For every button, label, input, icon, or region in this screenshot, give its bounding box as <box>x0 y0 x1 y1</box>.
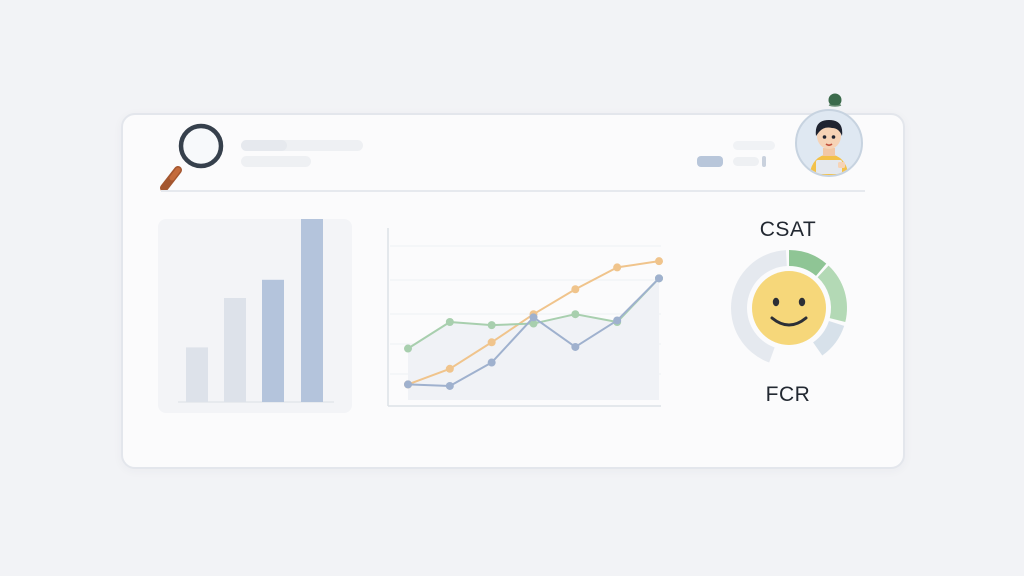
bar <box>186 347 208 402</box>
avatar[interactable] <box>792 90 868 185</box>
area-fill <box>408 278 659 400</box>
series-point-1 <box>613 263 622 272</box>
series-point-1 <box>655 257 663 266</box>
csat-gauge <box>716 248 862 377</box>
series-point-1 <box>571 285 580 294</box>
header-chip-placeholder[interactable] <box>697 156 723 167</box>
bar-chart <box>178 217 334 403</box>
line-chart <box>384 224 668 415</box>
series-point-3 <box>404 380 412 389</box>
bar <box>224 298 246 402</box>
bar <box>262 279 284 402</box>
series-point-3 <box>613 316 622 325</box>
header-divider <box>161 190 865 192</box>
series-point-3 <box>487 358 496 367</box>
series-point-3 <box>571 342 580 351</box>
header-meta-placeholder-2 <box>733 157 759 166</box>
header-subtitle-placeholder <box>241 156 311 167</box>
series-point-2 <box>445 318 454 326</box>
header-meta-tick <box>762 156 766 167</box>
bar <box>301 217 323 402</box>
header-title-placeholder-accent <box>241 140 287 151</box>
series-point-2 <box>487 321 496 330</box>
bar-chart-panel <box>158 217 352 413</box>
series-point-2 <box>571 310 580 319</box>
series-point-3 <box>529 313 538 322</box>
series-point-1 <box>445 364 454 373</box>
series-point-1 <box>487 338 496 347</box>
smiley-face-icon <box>752 271 826 345</box>
series-point-3 <box>655 274 663 283</box>
line-chart-svg <box>387 228 663 407</box>
header-meta-placeholder <box>733 141 775 150</box>
smiley-eye <box>798 297 806 307</box>
series-point-3 <box>445 381 454 390</box>
csat-label: CSAT <box>759 218 817 241</box>
fcr-label: FCR <box>765 383 811 406</box>
series-point-2 <box>404 344 412 353</box>
smiley-eye <box>772 297 780 307</box>
